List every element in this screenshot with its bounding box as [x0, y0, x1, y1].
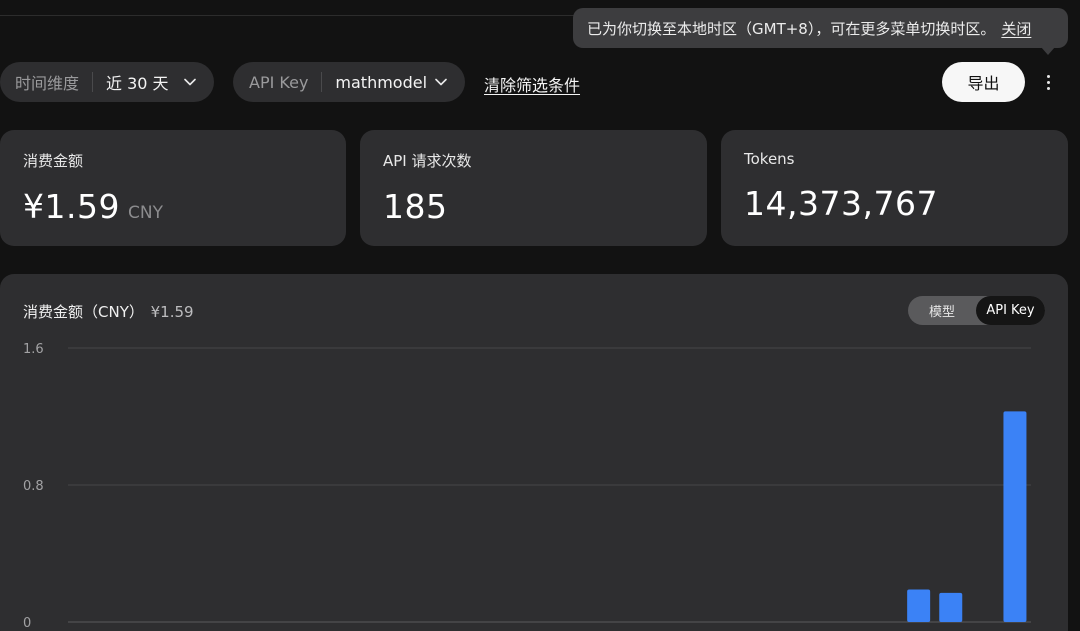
pill-divider	[92, 72, 94, 92]
stat-card-tokens: Tokens 14,373,767	[721, 130, 1068, 246]
chart-bar[interactable]	[1003, 411, 1027, 622]
top-divider	[0, 15, 575, 16]
time-range-value: 近 30 天	[106, 74, 169, 93]
y-tick-label: 1.6	[23, 342, 44, 357]
stat-value: 185	[383, 187, 448, 226]
chart-bar[interactable]	[907, 589, 931, 622]
tooltip-arrow	[1041, 47, 1055, 55]
clear-filters-link[interactable]: 清除筛选条件	[484, 72, 580, 96]
usage-dashboard: 已为你切换至本地时区（GMT+8），可在更多菜单切换时区。 关闭 时间维度 近 …	[0, 0, 1080, 631]
stat-label: Tokens	[744, 150, 795, 168]
stat-value: ¥1.59	[23, 187, 120, 226]
stat-unit: CNY	[127, 203, 163, 223]
y-tick-label: 0.8	[23, 479, 44, 494]
api-key-dropdown[interactable]: API Key mathmodel	[233, 62, 465, 102]
tooltip-message: 已为你切换至本地时区（GMT+8），可在更多菜单切换时区。	[587, 19, 996, 38]
y-tick-label: 0	[23, 616, 31, 631]
stat-value: 14,373,767	[744, 184, 938, 223]
stat-card-cost: 消费金额 ¥1.59 CNY	[0, 130, 346, 246]
more-vertical-icon[interactable]	[1036, 70, 1060, 94]
timezone-tooltip: 已为你切换至本地时区（GMT+8），可在更多菜单切换时区。 关闭	[573, 8, 1068, 48]
chevron-down-icon	[183, 75, 197, 89]
time-range-dropdown[interactable]: 时间维度 近 30 天	[0, 62, 214, 102]
api-key-label: API Key	[249, 72, 309, 92]
export-button[interactable]: 导出	[942, 62, 1025, 102]
time-range-label: 时间维度	[15, 74, 80, 93]
tooltip-close-link[interactable]: 关闭	[1001, 18, 1031, 39]
cost-chart-panel: 消费金额（CNY） ¥1.59 模型 API Key 1.6 0.8 0	[0, 274, 1068, 631]
pill-divider	[321, 72, 323, 92]
api-key-value: mathmodel	[335, 72, 428, 92]
stat-label: API 请求次数	[383, 152, 472, 170]
chart-bar[interactable]	[939, 592, 963, 622]
cost-bar-chart: 1.6 0.8 0	[23, 342, 1031, 631]
stat-label: 消费金额	[23, 152, 84, 170]
chevron-down-icon	[434, 75, 448, 89]
stat-card-requests: API 请求次数 185	[360, 130, 707, 246]
